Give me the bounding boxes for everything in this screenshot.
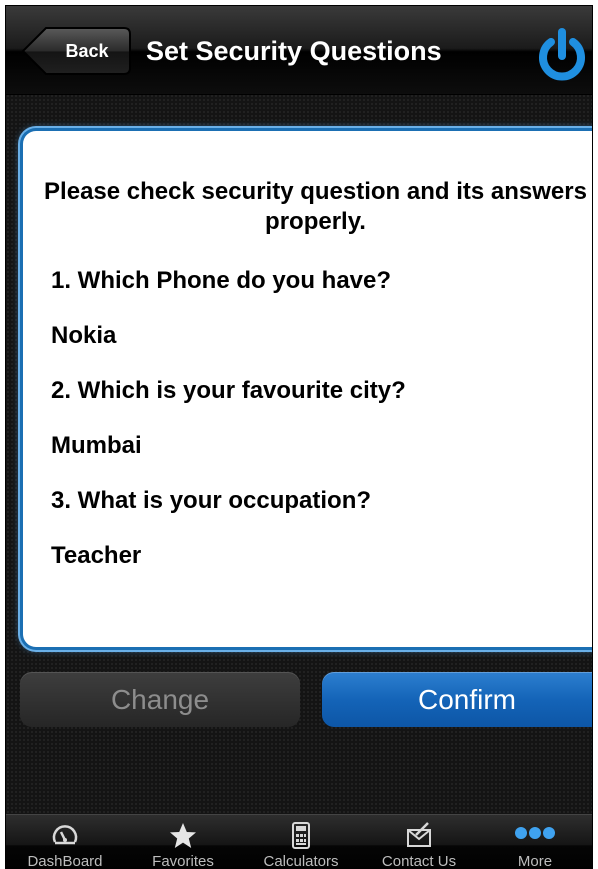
answer-1: Nokia	[51, 322, 117, 349]
tab-contact-us[interactable]: Contact Us	[360, 815, 478, 869]
tab-dashboard[interactable]: DashBoard	[6, 815, 124, 869]
tab-calculators-label: Calculators	[263, 853, 339, 869]
power-icon[interactable]	[534, 28, 590, 84]
tab-favorites-label: Favorites	[152, 853, 214, 869]
dashboard-gauge-icon	[6, 821, 124, 851]
tab-bar: DashBoard Favorites Calculators Contact …	[6, 814, 592, 869]
tab-dashboard-label: DashBoard	[27, 853, 103, 869]
question-1: 1. Which Phone do you have?	[51, 267, 392, 294]
tab-more-label: More	[517, 853, 553, 869]
change-button[interactable]: Change	[20, 672, 300, 727]
question-3: 3. What is your occupation?	[51, 487, 372, 514]
page-title: Set Security Questions	[146, 36, 442, 66]
navigation-bar: Back Set Security Questions	[6, 6, 592, 95]
question-2: 2. Which is your favourite city?	[51, 377, 406, 404]
tab-more[interactable]: More	[476, 815, 592, 869]
app-screen: Back Set Security Questions Please check…	[5, 5, 593, 869]
security-questions-panel: Please check security question and its a…	[20, 128, 592, 650]
tab-favorites[interactable]: Favorites	[124, 815, 242, 869]
instruction-text: Please check security question and its a…	[44, 178, 587, 235]
calculator-icon	[242, 821, 360, 851]
contact-envelope-icon	[360, 821, 478, 851]
answer-3: Teacher	[51, 542, 142, 569]
tab-contact-us-label: Contact Us	[381, 853, 457, 869]
back-button[interactable]: Back	[20, 26, 132, 76]
more-dots-icon	[476, 821, 592, 851]
confirm-button[interactable]: Confirm	[322, 672, 592, 727]
back-button-label: Back	[65, 41, 109, 61]
star-icon	[124, 821, 242, 851]
tab-calculators[interactable]: Calculators	[242, 815, 360, 869]
answer-2: Mumbai	[51, 432, 142, 459]
